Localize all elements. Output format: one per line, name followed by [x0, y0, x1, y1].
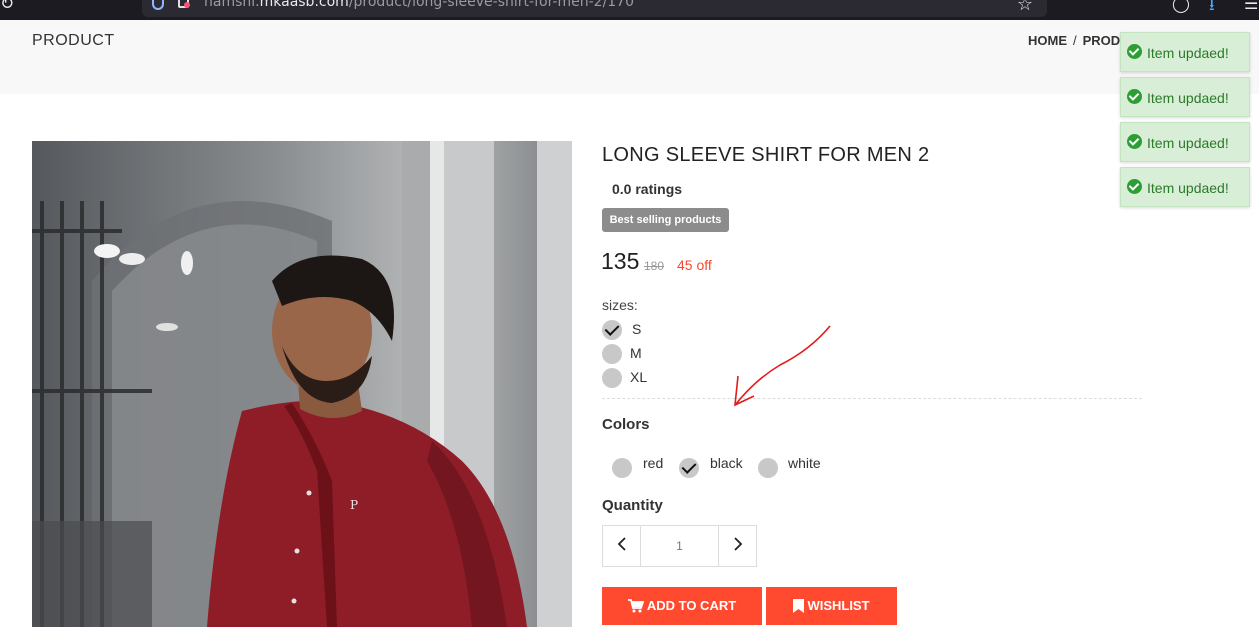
- breadcrumb-home-link[interactable]: HOME: [1028, 33, 1067, 48]
- url-text[interactable]: namshi.mkaasb.com/product/long-sleeve-sh…: [204, 0, 634, 10]
- bookmark-star-icon[interactable]: ☆: [1017, 0, 1033, 15]
- address-bar[interactable]: namshi.mkaasb.com/product/long-sleeve-sh…: [142, 0, 1047, 17]
- chevron-right-icon: [733, 537, 742, 551]
- add-to-cart-label: ADD TO CART: [646, 598, 737, 613]
- toast-notification[interactable]: Item updaed!: [1120, 122, 1250, 162]
- site-lock-icon[interactable]: [178, 0, 190, 8]
- toast-notification[interactable]: Item updaed!: [1120, 32, 1250, 72]
- quantity-input[interactable]: [641, 526, 718, 566]
- quantity-increase-button[interactable]: [718, 526, 756, 566]
- pocket-icon[interactable]: ◯: [1172, 0, 1190, 13]
- color-radio-black[interactable]: [679, 458, 699, 478]
- breadcrumb: HOME / PRODU: [1028, 33, 1130, 48]
- url-path: /product/long-sleeve-shirt-for-men-2/170: [348, 0, 635, 10]
- color-radio-red[interactable]: [612, 458, 632, 478]
- color-label-red: red: [643, 455, 664, 471]
- size-label-s: S: [632, 321, 642, 337]
- check-circle-icon: [1127, 89, 1142, 104]
- size-radio-m[interactable]: [602, 344, 622, 364]
- colors-label: Colors: [602, 416, 650, 433]
- bookmark-icon: [793, 599, 805, 613]
- url-domain: mkaasb.com: [259, 0, 349, 10]
- best-selling-badge: Best selling products: [602, 208, 729, 232]
- size-radio-s[interactable]: [602, 320, 622, 340]
- product-old-price: 180: [644, 259, 665, 273]
- quantity-stepper: [602, 525, 757, 567]
- toast-message: Item updaed!: [1147, 135, 1229, 151]
- toast-notification[interactable]: Item updaed!: [1120, 77, 1250, 117]
- sizes-label: sizes:: [602, 297, 638, 313]
- check-circle-icon: [1127, 44, 1142, 59]
- size-label-m: M: [630, 345, 642, 361]
- url-prefix: namshi.: [204, 0, 260, 10]
- page-header: PRODUCT HOME / PRODU: [0, 20, 1259, 94]
- product-price: 135: [601, 248, 640, 274]
- section-divider: [602, 398, 1142, 399]
- toast-message: Item updaed!: [1147, 90, 1229, 106]
- cart-icon: [627, 599, 645, 613]
- quantity-decrease-button[interactable]: [603, 526, 641, 566]
- size-label-xl: XL: [630, 369, 648, 385]
- product-discount: 45 off: [677, 257, 712, 273]
- product-image: P: [32, 141, 572, 627]
- shield-icon[interactable]: [152, 0, 164, 10]
- svg-text:P: P: [350, 498, 358, 512]
- reload-icon[interactable]: ↻: [0, 0, 14, 14]
- page-title: PRODUCT: [32, 32, 115, 49]
- wishlist-label: WISHLIST: [807, 598, 870, 613]
- color-label-white: white: [788, 455, 821, 471]
- product-ratings: 0.0 ratings: [612, 181, 683, 197]
- check-circle-icon: [1127, 134, 1142, 149]
- toast-notification[interactable]: Item updaed!: [1120, 167, 1250, 207]
- red-arrow-annotation: [734, 325, 831, 407]
- color-radio-white[interactable]: [758, 458, 778, 478]
- quantity-label: Quantity: [602, 497, 663, 514]
- breadcrumb-separator: /: [1073, 33, 1077, 48]
- product-photo-illustration: P: [32, 141, 572, 627]
- toast-message: Item updaed!: [1147, 45, 1229, 61]
- browser-toolbar: ↻ namshi.mkaasb.com/product/long-sleeve-…: [0, 0, 1259, 20]
- download-icon[interactable]: ⭳: [1209, 0, 1215, 21]
- add-to-cart-button[interactable]: ADD TO CART: [602, 587, 762, 625]
- menu-icon[interactable]: ☰: [1244, 0, 1258, 13]
- product-title: LONG SLEEVE SHIRT FOR MEN 2: [602, 144, 930, 166]
- chevron-left-icon: [617, 537, 626, 551]
- toast-message: Item updaed!: [1147, 180, 1229, 196]
- check-circle-icon: [1127, 179, 1142, 194]
- wishlist-button[interactable]: WISHLIST: [766, 587, 897, 625]
- color-label-black: black: [710, 455, 743, 471]
- size-radio-xl[interactable]: [602, 368, 622, 388]
